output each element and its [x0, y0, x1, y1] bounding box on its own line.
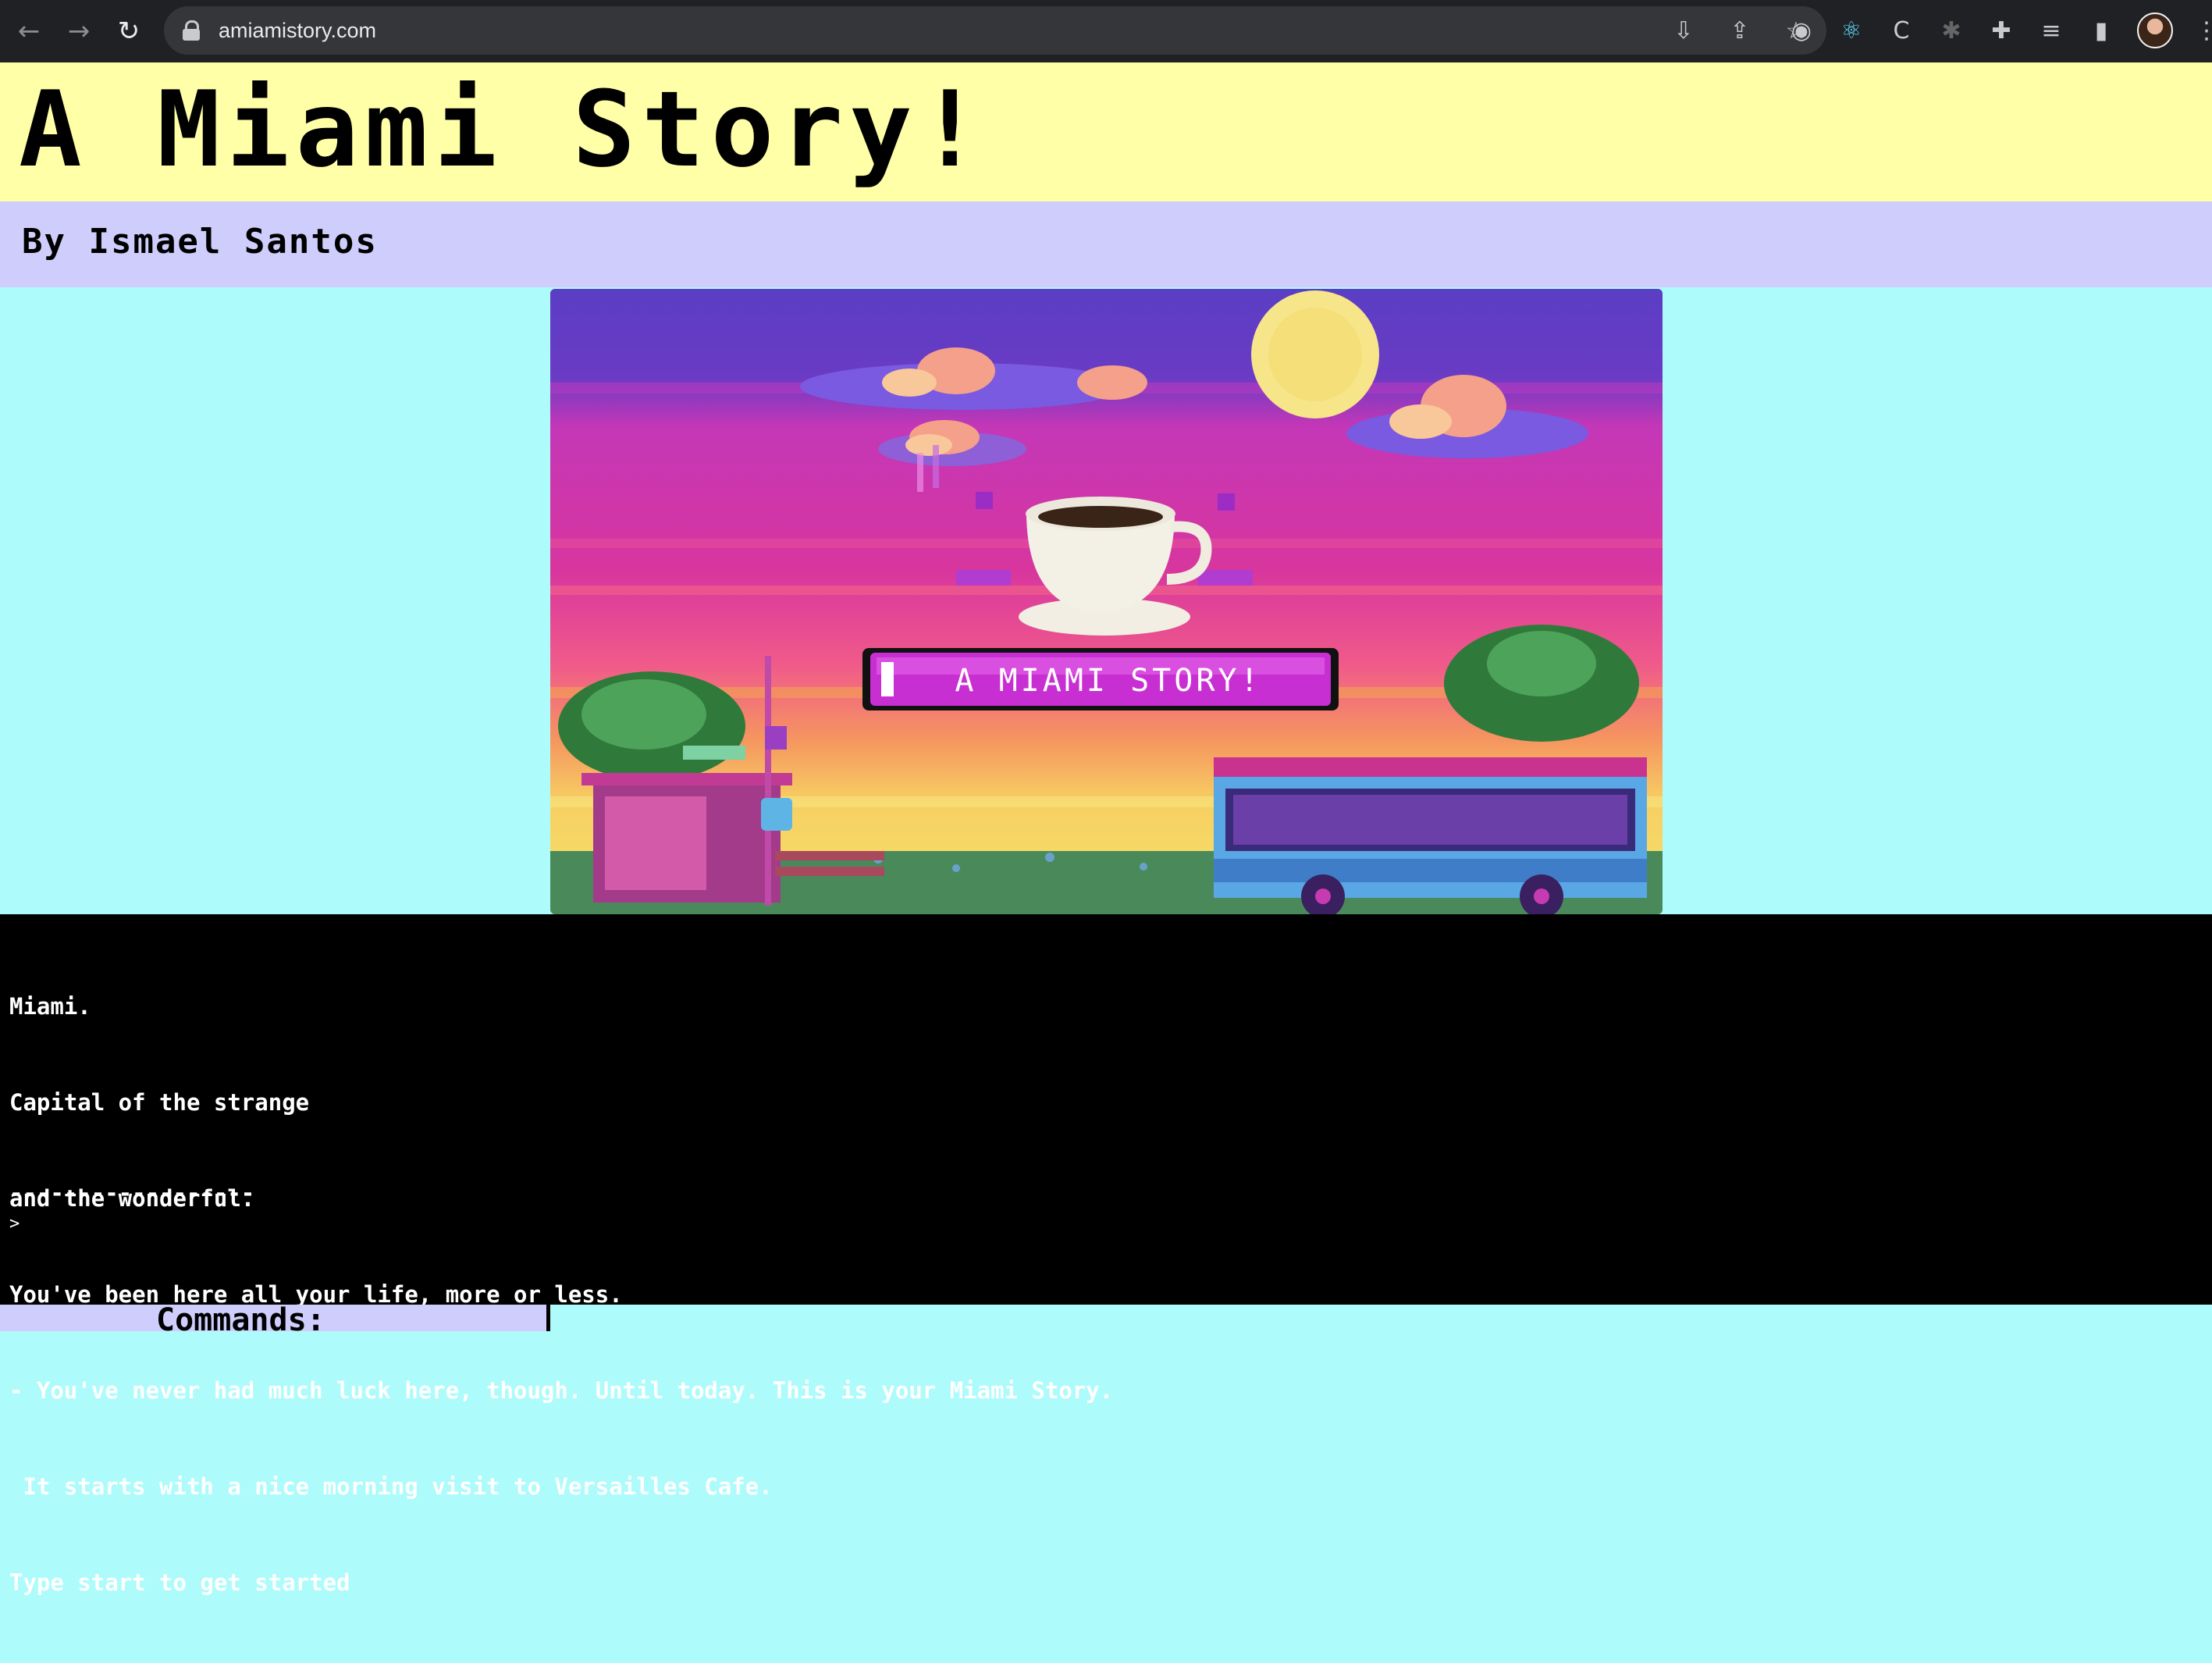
story-text: Miami. Capital of the strange and the wo…	[9, 927, 1113, 1663]
commands-panel: Commands:	[0, 1305, 550, 1331]
banner-title-text: A MIAMI STORY!	[955, 663, 1261, 699]
game-terminal[interactable]: Miami. Capital of the strange and the wo…	[0, 914, 2212, 1596]
share-icon[interactable]: ⇪	[1727, 17, 1753, 45]
story-line: It starts with a nice morning visit to V…	[9, 1473, 773, 1500]
terminal-divider: ------------------	[9, 1180, 255, 1206]
sun-graphic	[1251, 290, 1379, 418]
byline-banner: By Ismael Santos	[0, 201, 2212, 287]
browser-toolbar: ← → ↻ amiamistory.com ⇩ ⇪ ☆ ◉ ⚛ C ✱ ✚ ≡ …	[0, 0, 2212, 62]
reload-icon: ↻	[117, 16, 140, 47]
banner-title-button: A MIAMI STORY!	[862, 648, 1339, 710]
story-line: - You've never had much luck here, thoug…	[9, 1377, 1114, 1404]
story-line: Capital of the strange	[9, 1089, 310, 1116]
profile-avatar[interactable]	[2137, 12, 2173, 48]
back-arrow-icon: ←	[17, 16, 41, 47]
side-panel-icon[interactable]: ▮	[2087, 17, 2115, 45]
story-line: Type start to get started	[9, 1569, 350, 1596]
extensions-area: ◉ ⚛ C ✱ ✚ ≡ ▮ ⋮	[1787, 6, 2212, 55]
extension-circle-icon[interactable]: ◉	[1787, 17, 1815, 45]
react-devtools-icon[interactable]: ⚛	[1837, 17, 1865, 45]
url-text[interactable]: amiamistory.com	[219, 19, 376, 43]
extension-c-icon[interactable]: C	[1887, 17, 1915, 45]
reload-button[interactable]: ↻	[108, 10, 150, 52]
hero-image: A MIAMI STORY!	[550, 289, 1663, 914]
forward-arrow-icon: →	[67, 16, 91, 47]
install-app-icon[interactable]: ⇩	[1670, 17, 1697, 45]
forward-button[interactable]: →	[58, 10, 100, 52]
title-banner: A Miami Story!	[0, 62, 2212, 201]
author-byline: By Ismael Santos	[22, 222, 378, 262]
address-bar[interactable]: amiamistory.com ⇩ ⇪ ☆	[164, 6, 1826, 55]
extensions-puzzle-icon[interactable]: ✚	[1987, 17, 2015, 45]
back-button[interactable]: ←	[8, 10, 50, 52]
page-title: A Miami Story!	[19, 69, 988, 191]
media-control-icon[interactable]: ≡	[2037, 17, 2065, 45]
commands-heading: Commands:	[156, 1305, 325, 1331]
lock-icon[interactable]	[181, 20, 201, 41]
extension-bug-icon[interactable]: ✱	[1937, 17, 1965, 45]
menu-kebab-icon[interactable]: ⋮	[2195, 17, 2212, 45]
command-input[interactable]	[31, 1209, 971, 1237]
story-line: Miami.	[9, 993, 91, 1020]
command-prompt: >	[9, 1214, 20, 1234]
